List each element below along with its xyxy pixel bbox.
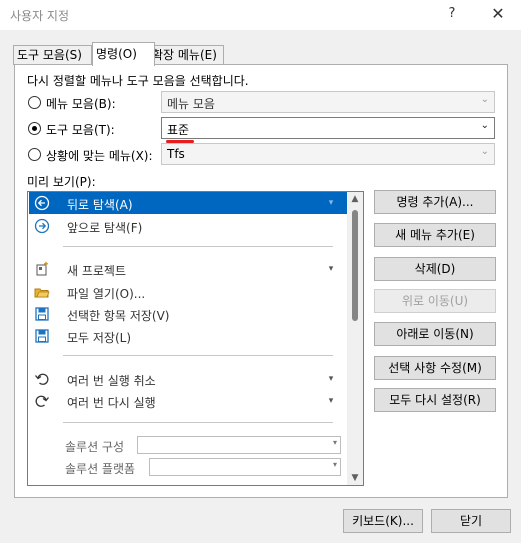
list-item-label: 뒤로 탐색(A) <box>67 198 133 212</box>
menu-bar-label: 메뉴 모음(B): <box>46 97 116 111</box>
preview-list[interactable]: 뒤로 탐색(A) ▾ 앞으로 탐색(F) 새 프로젝트 ▾ 파일 열기(O)..… <box>27 191 364 486</box>
toolbar-combo[interactable]: 표준 ⌄ <box>161 117 495 139</box>
toolbar-combo-value: 표준 <box>167 123 190 137</box>
list-item-forward[interactable]: 앞으로 탐색(F) <box>29 215 347 237</box>
list-separator <box>63 246 333 247</box>
help-button[interactable]: ? <box>444 6 460 21</box>
new-project-icon <box>36 261 48 276</box>
list-item-label: 여러 번 실행 취소 <box>67 374 156 388</box>
close-window-button[interactable]: ✕ <box>488 4 508 23</box>
context-menu-label: 상황에 맞는 메뉴(X): <box>46 149 153 163</box>
list-item-multi-undo[interactable]: 여러 번 실행 취소 ▾ <box>29 368 347 390</box>
scroll-down-icon[interactable]: ▼ <box>347 473 363 483</box>
window-title: 사용자 지정 <box>10 9 70 23</box>
toolbar-label: 도구 모음(T): <box>46 123 115 137</box>
menu-bar-radio[interactable] <box>28 96 41 109</box>
chevron-down-icon: ▾ <box>332 438 337 447</box>
open-folder-icon <box>34 288 50 298</box>
keyboard-button[interactable]: 키보드(K)... <box>343 509 423 533</box>
move-up-button[interactable]: 위로 이동(U) <box>374 289 496 313</box>
list-item-open-file[interactable]: 파일 열기(O)... <box>29 281 347 303</box>
solution-config-label: 솔루션 구성 <box>65 440 125 454</box>
tab-toolbars[interactable]: 도구 모음(S) <box>13 45 92 65</box>
list-item-label: 여러 번 다시 실행 <box>67 396 156 410</box>
chevron-down-icon: ⌄ <box>480 94 489 105</box>
preview-label: 미리 보기(P): <box>27 175 96 189</box>
forward-icon <box>34 218 50 234</box>
modify-selection-button[interactable]: 선택 사항 수정(M) <box>374 356 496 380</box>
redo-icon <box>35 395 49 407</box>
tab-extended-menus[interactable]: 확장 메뉴(E) <box>148 45 224 65</box>
menu-bar-combo-value: 메뉴 모음 <box>167 97 215 111</box>
move-down-button[interactable]: 아래로 이동(N) <box>374 322 496 346</box>
instruction-text: 다시 정렬할 메뉴나 도구 모음을 선택합니다. <box>27 74 249 88</box>
close-button[interactable]: 닫기 <box>431 509 511 533</box>
list-separator <box>63 422 333 423</box>
list-item-label: 앞으로 탐색(F) <box>67 221 143 235</box>
solution-platform-label: 솔루션 플랫폼 <box>65 462 136 476</box>
title-bar: 사용자 지정 ? ✕ <box>0 0 521 30</box>
scroll-up-icon[interactable]: ▲ <box>347 194 363 204</box>
toolbar-radio[interactable] <box>28 122 41 135</box>
chevron-down-icon: ▾ <box>328 396 334 406</box>
chevron-down-icon: ▾ <box>328 374 334 384</box>
list-item-label: 파일 열기(O)... <box>67 287 146 301</box>
list-item-label: 새 프로젝트 <box>67 264 127 278</box>
chevron-down-icon: ▾ <box>332 460 337 469</box>
tab-commands[interactable]: 명령(O) <box>92 42 155 66</box>
vertical-scrollbar[interactable]: ▲ ▼ <box>347 192 363 485</box>
undo-icon <box>35 373 49 385</box>
solution-config-combo[interactable]: ▾ <box>137 436 341 454</box>
list-item-label: 모두 저장(L) <box>67 331 132 345</box>
context-menu-combo: Tfs ⌄ <box>161 143 495 165</box>
chevron-down-icon: ▾ <box>328 198 334 208</box>
context-menu-radio[interactable] <box>28 148 41 161</box>
chevron-down-icon: ⌄ <box>480 120 489 131</box>
list-item-save-selected[interactable]: 선택한 항목 저장(V) <box>29 303 347 325</box>
list-item-label: 선택한 항목 저장(V) <box>67 309 170 323</box>
list-item-back[interactable]: 뒤로 탐색(A) ▾ <box>29 192 347 214</box>
scrollbar-thumb[interactable] <box>352 210 358 321</box>
list-separator <box>63 355 333 356</box>
add-command-button[interactable]: 명령 추가(A)... <box>374 190 496 214</box>
save-icon <box>35 307 49 321</box>
save-all-icon <box>35 329 49 343</box>
list-item-save-all[interactable]: 모두 저장(L) <box>29 325 347 347</box>
menu-bar-combo: 메뉴 모음 ⌄ <box>161 91 495 113</box>
delete-button[interactable]: 삭제(D) <box>374 257 496 281</box>
list-item-new-project[interactable]: 새 프로젝트 ▾ <box>29 258 347 280</box>
context-menu-combo-value: Tfs <box>167 147 185 161</box>
back-icon <box>34 195 50 211</box>
list-item-multi-redo[interactable]: 여러 번 다시 실행 ▾ <box>29 390 347 412</box>
chevron-down-icon: ▾ <box>328 264 334 274</box>
reset-all-button[interactable]: 모두 다시 설정(R) <box>374 388 496 412</box>
chevron-down-icon: ⌄ <box>480 146 489 157</box>
add-new-menu-button[interactable]: 새 메뉴 추가(E) <box>374 223 496 247</box>
solution-platform-combo[interactable]: ▾ <box>149 458 341 476</box>
